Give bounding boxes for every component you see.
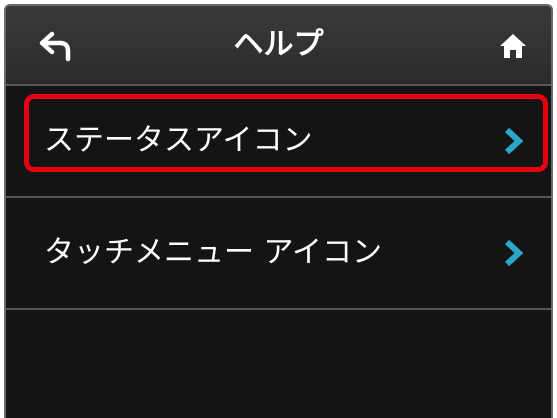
page-title: ヘルプ (233, 27, 324, 62)
device-screen: ヘルプ ステータスアイコン タッチメニュー アイコン (4, 4, 553, 418)
header-bar: ヘルプ (6, 6, 551, 86)
home-icon (500, 34, 526, 58)
highlight-frame (24, 94, 548, 172)
menu-item-label: タッチメニュー アイコン (44, 235, 383, 270)
menu-item-touch-menu-icons[interactable]: タッチメニュー アイコン (6, 198, 551, 310)
chevron-right-icon (504, 239, 524, 267)
home-button[interactable] (493, 28, 533, 64)
